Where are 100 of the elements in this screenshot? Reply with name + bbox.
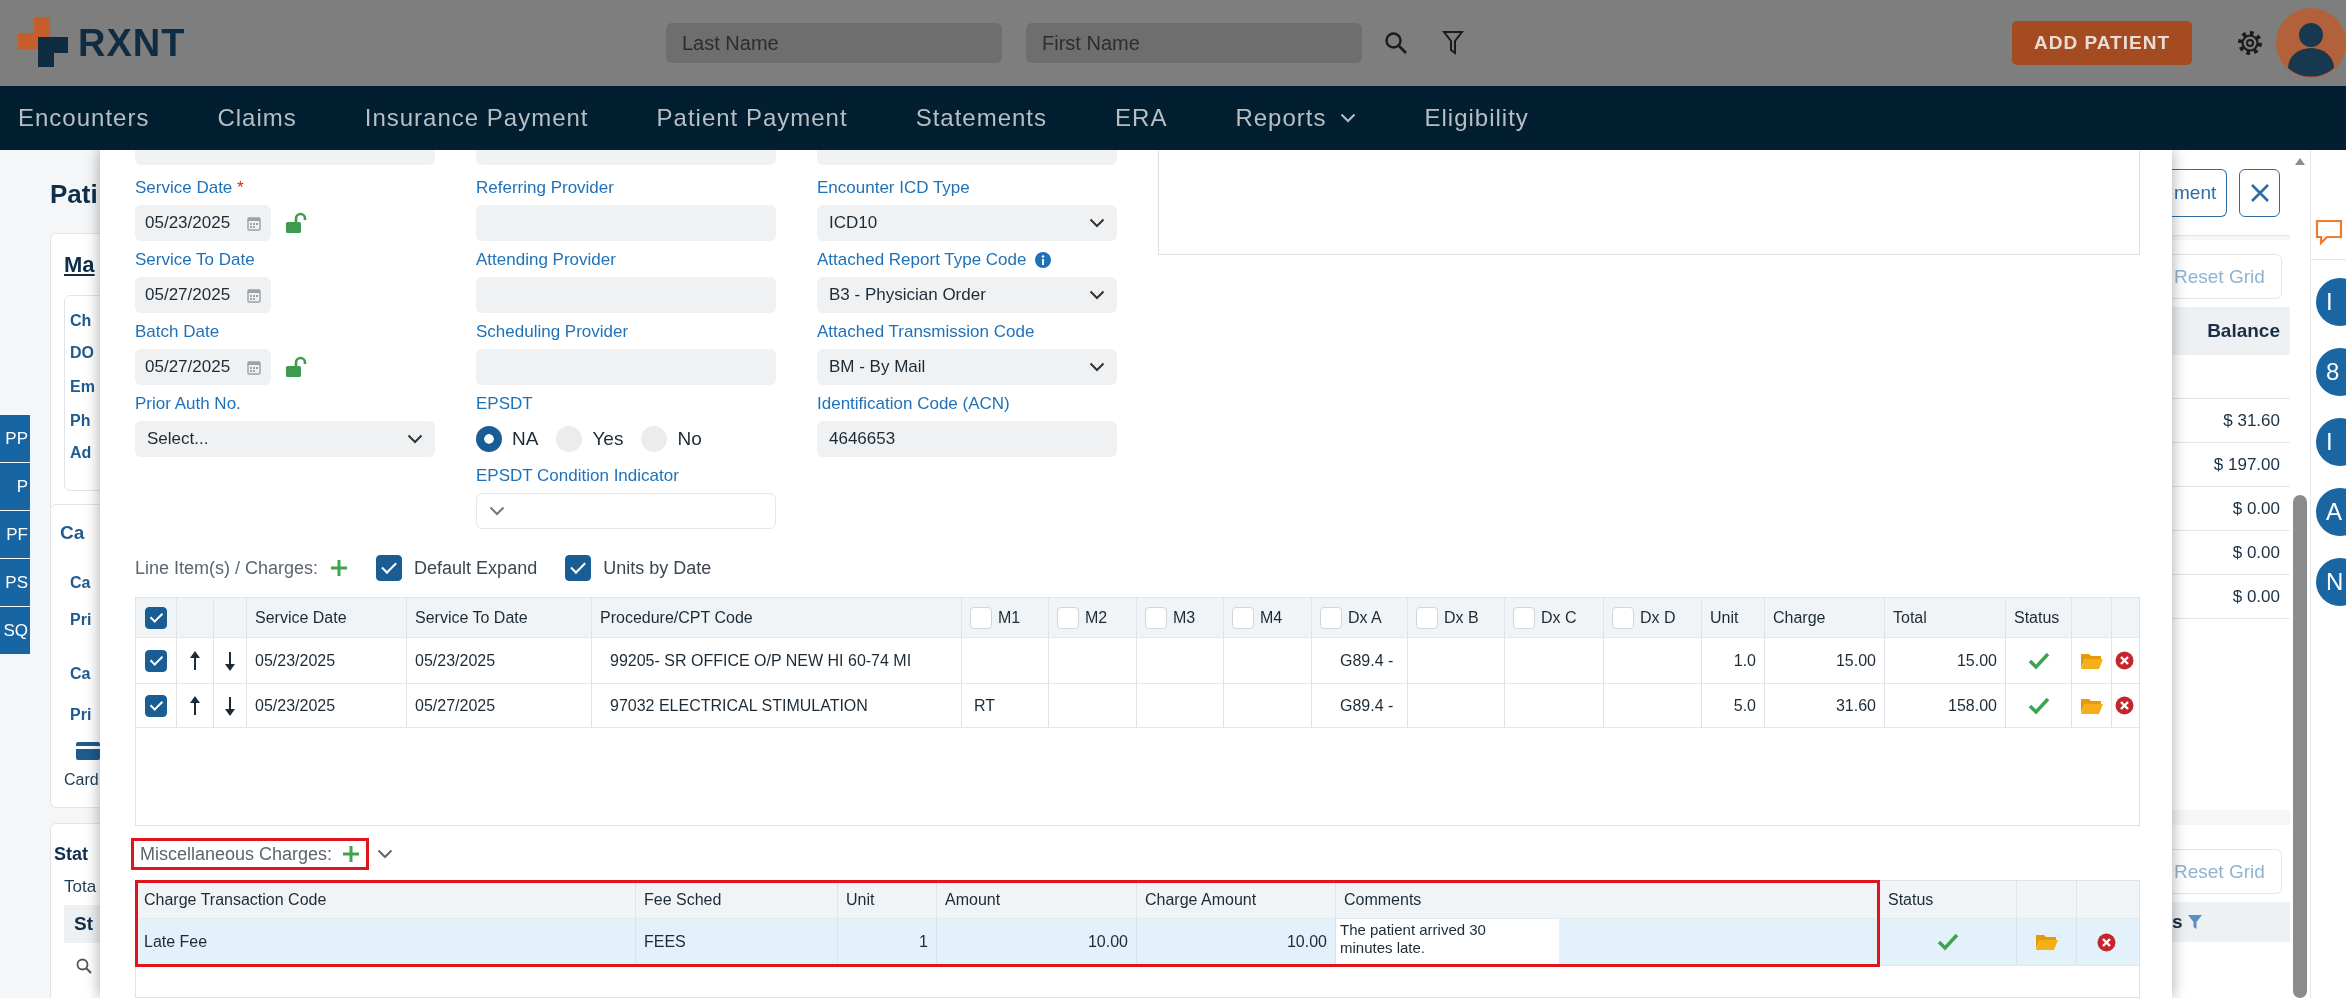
table-cell: RT <box>962 684 1049 727</box>
search-field[interactable]: Last Name <box>666 23 1002 63</box>
up-arrow-icon[interactable] <box>189 650 201 671</box>
date-field[interactable]: 05/27/2025 <box>135 349 271 385</box>
field-label: Attending Provider <box>476 249 617 271</box>
text-field[interactable]: 4646653 <box>817 421 1117 457</box>
column-header: Charge Transaction Code <box>136 881 636 918</box>
nav-item[interactable]: Reports <box>1235 104 1357 132</box>
table-cell: 05/27/2025 <box>407 684 592 727</box>
delete-icon[interactable] <box>2114 696 2134 715</box>
field-label: Attached Report Type Code <box>817 249 1027 271</box>
field-label: Encounter ICD Type <box>817 177 971 199</box>
checkbox-label: Units by Date <box>603 557 712 579</box>
checkbox[interactable] <box>145 649 167 672</box>
column-header: M3 <box>1173 608 1196 627</box>
initial-badge[interactable]: N <box>2316 558 2346 606</box>
select-field[interactable]: BM - By Mail <box>817 349 1117 385</box>
side-tab[interactable]: PP <box>0 415 30 462</box>
initial-badge[interactable]: A <box>2316 488 2346 536</box>
column-header: M1 <box>998 608 1021 627</box>
field-label: Ca <box>60 522 85 544</box>
side-tab[interactable]: P <box>0 463 30 510</box>
radio-button[interactable] <box>476 426 502 452</box>
filter-icon[interactable] <box>2186 914 2203 930</box>
initial-badge[interactable]: I <box>2316 418 2346 466</box>
field-label: EPSDT <box>476 393 534 415</box>
close-button[interactable] <box>2239 169 2281 217</box>
side-tab[interactable]: PS <box>0 559 30 606</box>
field-label: Ph <box>70 412 91 430</box>
text-field[interactable] <box>817 150 1117 165</box>
checkbox[interactable] <box>145 694 167 717</box>
up-arrow-icon[interactable] <box>189 695 201 716</box>
checkbox[interactable] <box>376 555 403 581</box>
down-arrow-icon[interactable] <box>224 650 236 671</box>
search-field[interactable]: First Name <box>1026 23 1362 63</box>
add-patient-button[interactable]: ADD PATIENT <box>2012 21 2192 65</box>
nav-item[interactable]: Patient Payment <box>656 104 848 132</box>
checkbox-label: Default Expand <box>414 557 538 579</box>
plus-icon[interactable] <box>342 845 361 863</box>
chat-icon[interactable] <box>2315 219 2343 245</box>
select-field[interactable]: ICD10 <box>817 205 1117 241</box>
column-header: M2 <box>1085 608 1108 627</box>
delete-icon[interactable] <box>2114 651 2134 670</box>
avatar-icon[interactable] <box>2276 8 2346 78</box>
initial-badge[interactable]: I <box>2316 278 2346 326</box>
table-cell: FEES <box>636 919 838 965</box>
field-label: Referring Provider <box>476 177 615 199</box>
date-field[interactable]: 05/23/2025 <box>135 205 271 241</box>
initial-badge[interactable]: 8 <box>2316 348 2346 396</box>
chevron-down-icon <box>1089 218 1105 228</box>
column-header: Charge <box>1765 598 1885 637</box>
side-tab[interactable]: PF <box>0 511 30 558</box>
text-field[interactable] <box>135 150 435 165</box>
nav-item[interactable]: Statements <box>915 104 1048 132</box>
scroll-up-icon[interactable] <box>2295 158 2305 165</box>
nav-item[interactable]: Encounters <box>18 104 150 132</box>
chevron-down-icon <box>489 506 505 516</box>
field-label: Ad <box>70 444 92 462</box>
section-link[interactable]: Ma <box>64 252 95 278</box>
plus-icon[interactable] <box>330 559 349 577</box>
folder-icon[interactable] <box>2079 696 2104 715</box>
calendar-icon <box>247 359 261 375</box>
unlocked-padlock-icon[interactable] <box>285 356 309 378</box>
down-arrow-icon[interactable] <box>224 695 236 716</box>
section-label: Miscellaneous Charges: <box>140 843 333 865</box>
field-label: EPSDT Condition Indicator <box>476 465 680 487</box>
gear-icon[interactable] <box>2236 29 2264 57</box>
table-cell: 31.60 <box>1765 684 1885 727</box>
folder-icon[interactable] <box>2079 651 2104 670</box>
folder-icon[interactable] <box>2034 933 2059 951</box>
checkbox[interactable] <box>145 606 167 629</box>
table-cell: 05/23/2025 <box>407 638 592 683</box>
select-field[interactable]: Select... <box>135 421 435 457</box>
date-field[interactable]: 05/27/2025 <box>135 277 271 313</box>
checkbox[interactable] <box>565 555 592 581</box>
field-label: Ch <box>70 312 92 330</box>
table-cell: 15.00 <box>1885 638 2006 683</box>
section-label: Line Item(s) / Charges: <box>135 557 319 579</box>
unlocked-padlock-icon[interactable] <box>285 212 309 234</box>
radio-label: Yes <box>592 428 624 450</box>
nav-item[interactable]: ERA <box>1115 104 1168 132</box>
nav-item[interactable]: Claims <box>217 104 297 132</box>
chevron-down-icon <box>1089 362 1105 372</box>
select-field[interactable] <box>476 493 776 529</box>
text-field[interactable] <box>476 150 776 165</box>
column-header: Charge Amount <box>1137 881 1336 918</box>
select-field[interactable]: B3 - Physician Order <box>817 277 1117 313</box>
side-tab[interactable]: SQ <box>0 607 30 654</box>
document-button[interactable]: ment <box>2172 169 2228 217</box>
table-cell: 05/23/2025 <box>247 638 407 683</box>
delete-icon[interactable] <box>2096 932 2116 952</box>
nav-item[interactable]: Eligibility <box>1424 104 1529 132</box>
chevron-down-icon <box>1340 113 1357 123</box>
filter-icon[interactable] <box>1442 30 1464 56</box>
comment-field[interactable]: The patient arrived 30 minutes late. <box>1336 919 1559 965</box>
nav-item[interactable]: Insurance Payment <box>364 104 589 132</box>
field-label: Pri <box>70 611 92 629</box>
column-header: Service Date <box>247 598 407 637</box>
radio-label: No <box>677 428 702 450</box>
search-icon[interactable] <box>1384 31 1408 55</box>
